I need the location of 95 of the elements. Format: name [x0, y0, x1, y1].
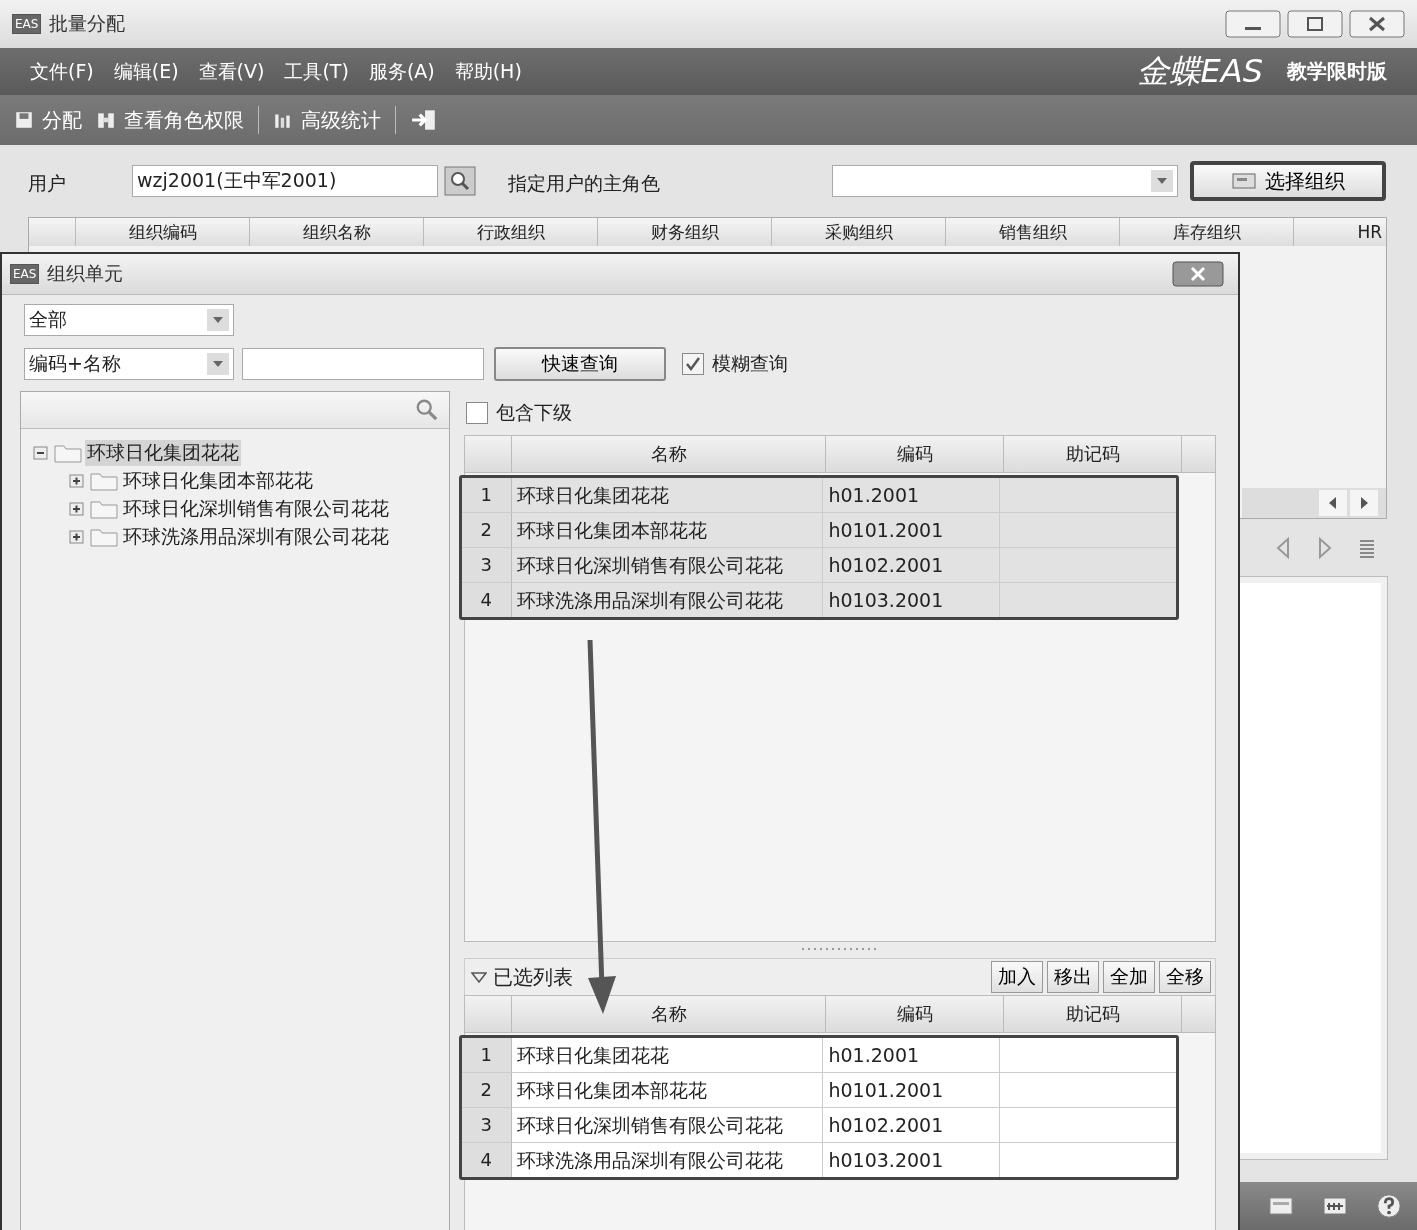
search-icon[interactable] [415, 398, 439, 422]
tree-item[interactable]: 环球日化深圳销售有限公司花花 [121, 496, 391, 522]
folder-icon [89, 470, 119, 492]
minimize-button[interactable] [1225, 10, 1281, 38]
row-number: 4 [462, 583, 512, 617]
table-cell: h0103.2001 [823, 1143, 1001, 1177]
window-title: 批量分配 [49, 11, 126, 36]
expand-icon[interactable] [69, 500, 87, 518]
app-logo: EAS [12, 14, 42, 34]
search-type-dropdown[interactable]: 编码+名称 [24, 348, 234, 380]
list-button[interactable]: 加入 [991, 961, 1043, 993]
table-cell: h0102.2001 [823, 1108, 1001, 1142]
row-number: 2 [462, 1073, 512, 1107]
list-button[interactable]: 全加 [1103, 961, 1155, 993]
user-field[interactable]: wzj2001(王中军2001) [132, 165, 438, 197]
scroll-right-icon[interactable] [1350, 490, 1378, 516]
table-cell: 环球洗涤用品深圳有限公司花花 [511, 583, 824, 617]
column-header: 编码 [826, 436, 1004, 472]
row-number: 3 [462, 548, 512, 582]
menu-item[interactable]: 工具(T) [284, 58, 349, 85]
tree-item[interactable]: 环球日化集团花花 [85, 440, 241, 466]
menu-item[interactable]: 帮助(H) [454, 58, 522, 85]
table-cell: 环球日化集团本部花花 [511, 513, 824, 547]
app-logo: EAS [10, 264, 40, 284]
user-label: 用户 [28, 171, 67, 196]
column-header: 库存组织 [1120, 218, 1294, 246]
collapse-icon[interactable] [33, 444, 51, 462]
column-header: 助记码 [1004, 436, 1182, 472]
collapse-triangle-icon [471, 971, 487, 983]
select-organization-button[interactable]: 选择组织 [1190, 161, 1386, 201]
toolbar-button[interactable]: 高级统计 [273, 106, 381, 134]
column-header: 助记码 [1004, 996, 1182, 1032]
table-cell: 环球洗涤用品深圳有限公司花花 [511, 1143, 824, 1177]
list-button[interactable]: 移出 [1047, 961, 1099, 993]
menu-item[interactable]: 文件(F) [30, 58, 94, 85]
fuzzy-search-checkbox[interactable] [682, 353, 704, 375]
selected-list-title[interactable]: 已选列表 [465, 963, 573, 991]
table-cell: h0103.2001 [823, 583, 1001, 617]
include-subordinates-label: 包含下级 [496, 400, 572, 425]
table-cell: h0101.2001 [823, 513, 1001, 547]
help-icon[interactable] [1375, 1193, 1403, 1219]
maximize-button[interactable] [1287, 10, 1343, 38]
binoculars-icon [96, 110, 116, 130]
menu-item[interactable]: 服务(A) [368, 58, 435, 85]
close-button[interactable] [1349, 10, 1405, 38]
list-button[interactable]: 全移 [1159, 961, 1211, 993]
tree-item[interactable]: 环球日化集团本部花花 [121, 468, 315, 494]
folder-icon [89, 526, 119, 548]
exit-icon[interactable] [410, 108, 438, 132]
menu-item[interactable]: 查看(V) [198, 58, 265, 85]
horizontal-scrollbar[interactable] [1242, 488, 1386, 518]
table-cell: h01.2001 [823, 1038, 1001, 1072]
table-cell: 环球日化集团花花 [511, 1038, 824, 1072]
menu-item[interactable]: 编辑(E) [113, 58, 179, 85]
scroll-left-icon[interactable] [1319, 490, 1347, 516]
toolbar-button[interactable]: 分配 [14, 106, 82, 134]
brand-logo: 金蝶EAS [1136, 50, 1263, 92]
column-header: 行政组织 [424, 218, 598, 246]
scope-dropdown[interactable]: 全部 [24, 304, 234, 336]
row-number: 1 [462, 478, 512, 512]
organization-icon [1231, 171, 1259, 191]
column-header: 名称 [512, 436, 826, 472]
column-header: 组织编码 [76, 218, 250, 246]
folder-icon [53, 442, 83, 464]
row-number: 3 [462, 1108, 512, 1142]
table-cell: h0101.2001 [823, 1073, 1001, 1107]
fuzzy-search-label: 模糊查询 [712, 351, 788, 376]
folder-icon [89, 498, 119, 520]
table-cell: 环球日化集团花花 [511, 478, 824, 512]
table-cell: 环球日化深圳销售有限公司花花 [511, 548, 824, 582]
column-header: 财务组织 [598, 218, 772, 246]
quick-search-button[interactable]: 快速查询 [494, 347, 666, 381]
search-button[interactable] [444, 166, 476, 196]
row-number: 4 [462, 1143, 512, 1177]
column-header: 编码 [826, 996, 1004, 1032]
toolbar-button[interactable]: 查看角色权限 [96, 106, 244, 134]
column-header: 组织名称 [250, 218, 424, 246]
expand-icon[interactable] [69, 472, 87, 490]
table-cell: h01.2001 [823, 478, 1001, 512]
tree-item[interactable]: 环球洗涤用品深圳有限公司花花 [121, 524, 391, 550]
dialog-title: 组织单元 [47, 261, 124, 286]
row-number: 1 [462, 1038, 512, 1072]
close-button[interactable] [1172, 261, 1224, 287]
table-cell: h0102.2001 [823, 548, 1001, 582]
search-field[interactable] [242, 348, 484, 380]
row-number: 2 [462, 513, 512, 547]
include-subordinates-checkbox[interactable] [466, 402, 488, 424]
column-header: 采购组织 [772, 218, 946, 246]
edition-label: 教学限时版 [1287, 58, 1387, 85]
table-cell: 环球日化深圳销售有限公司花花 [511, 1108, 824, 1142]
role-label: 指定用户的主角色 [508, 171, 660, 196]
table-cell: 环球日化集团本部花花 [511, 1073, 824, 1107]
column-header: 销售组织 [946, 218, 1120, 246]
column-header: HR [1356, 221, 1383, 244]
expand-icon[interactable] [69, 528, 87, 546]
